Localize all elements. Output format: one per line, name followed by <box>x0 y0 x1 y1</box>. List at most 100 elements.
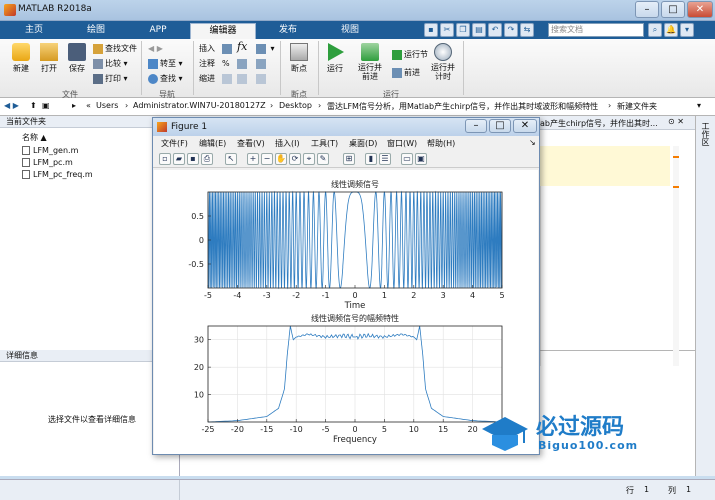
y-tick-label: 0.5 <box>191 212 204 221</box>
folder-icon: ▸ <box>72 101 77 110</box>
workspace-tab[interactable]: 工作区 <box>700 122 711 146</box>
menu-file[interactable]: 文件(F) <box>161 138 188 149</box>
data-cursor-icon[interactable]: ⌖ <box>303 153 315 165</box>
back-icon[interactable]: ◀ ▶ <box>148 43 163 54</box>
percent-icon[interactable]: % <box>222 58 230 69</box>
status-bar: 行 1 列 1 <box>0 479 715 500</box>
tab-plots[interactable]: 绘图 <box>66 23 126 39</box>
cut-icon[interactable]: ✂ <box>440 23 454 37</box>
x-tick-label: 5 <box>382 425 387 434</box>
editor-tab[interactable]: ab产生chirp信号，并作出其时... <box>540 118 658 129</box>
indent-button[interactable]: 缩进 <box>199 73 215 84</box>
menu-window[interactable]: 窗口(W) <box>387 138 417 149</box>
tab-home[interactable]: 主页 <box>4 23 64 39</box>
zoom-out-icon[interactable]: − <box>261 153 273 165</box>
figure-maximize-button[interactable]: □ <box>489 119 511 133</box>
menu-help[interactable]: 帮助(H) <box>427 138 455 149</box>
breadcrumb-administrator[interactable]: Administrator.WIN7U-20180127Z <box>133 101 266 110</box>
fx-button[interactable]: fx <box>237 41 247 52</box>
breadcrumb-new-folder[interactable]: 新建文件夹 <box>617 101 657 112</box>
increase-indent-icon[interactable] <box>237 73 249 84</box>
search-icon[interactable]: ⌕ <box>648 23 662 37</box>
find-button[interactable]: 查找 ▾ <box>148 73 183 84</box>
browse-folder-icon[interactable]: ▣ <box>42 101 50 110</box>
copy-icon[interactable]: ❐ <box>456 23 470 37</box>
wrap-comments-icon[interactable] <box>256 58 268 69</box>
brush-icon[interactable]: ✎ <box>317 153 329 165</box>
menu-insert[interactable]: 插入(I) <box>275 138 300 149</box>
comment-toggle-icon[interactable] <box>237 58 249 69</box>
figure-title-bar[interactable]: Figure 1 – □ ✕ <box>153 118 539 136</box>
colorbar-icon[interactable]: ▮ <box>365 153 377 165</box>
run-button[interactable]: 运行 <box>322 43 348 74</box>
name-column-header[interactable]: 名称 ▲ <box>22 132 47 143</box>
compare-button[interactable]: 比较 ▾ <box>93 58 128 69</box>
menu-edit[interactable]: 编辑(E) <box>199 138 226 149</box>
list-item[interactable]: LFM_pc.m <box>22 158 73 167</box>
list-item[interactable]: LFM_pc_freq.m <box>22 170 93 179</box>
smart-indent-icon[interactable] <box>222 73 234 84</box>
figure-close-button[interactable]: ✕ <box>513 119 537 133</box>
show-tools-icon[interactable]: ▣ <box>415 153 427 165</box>
hide-tools-icon[interactable]: ▭ <box>401 153 413 165</box>
breadcrumb-users[interactable]: Users <box>96 101 118 110</box>
open-button[interactable]: 打开 <box>36 43 62 74</box>
new-figure-icon[interactable]: ▫ <box>159 153 171 165</box>
run-section-button[interactable]: 运行节 <box>392 49 428 60</box>
find-files-button[interactable]: 查找文件 <box>93 43 137 54</box>
up-folder-icon[interactable]: ⬆ <box>30 101 37 110</box>
y-tick-label: -0.5 <box>188 260 204 269</box>
breakpoints-button[interactable]: 断点 <box>284 43 314 74</box>
menu-dock-icon[interactable]: ↘ <box>529 138 536 147</box>
save-quick-icon[interactable]: ▪ <box>424 23 438 37</box>
pan-icon[interactable]: ✋ <box>275 153 287 165</box>
search-input[interactable]: 搜索文档 <box>548 23 644 37</box>
new-button[interactable]: 新建 <box>8 43 34 74</box>
y-tick-label: 30 <box>194 336 204 345</box>
breadcrumb-desktop[interactable]: Desktop <box>279 101 312 110</box>
tab-apps[interactable]: APP <box>128 23 188 39</box>
comment-button[interactable]: 注释 <box>199 58 215 69</box>
switch-windows-icon[interactable]: ⇆ <box>520 23 534 37</box>
insert-button[interactable]: 插入 <box>199 43 215 54</box>
close-button[interactable]: ✕ <box>687 1 713 18</box>
notification-icon[interactable]: 🔔 <box>664 23 678 37</box>
decrease-indent-icon[interactable] <box>256 73 268 84</box>
goto-button[interactable]: 转至 ▾ <box>148 58 183 69</box>
print-button[interactable]: 打印 ▾ <box>93 73 128 84</box>
maximize-button[interactable]: □ <box>661 1 685 18</box>
editor-scrollbar[interactable] <box>673 146 679 366</box>
figure-minimize-button[interactable]: – <box>465 119 487 133</box>
insert-section-icon[interactable] <box>222 43 234 54</box>
redo-icon[interactable]: ↷ <box>504 23 518 37</box>
run-and-time-button[interactable]: 运行并计时 <box>428 43 458 81</box>
list-item[interactable]: LFM_gen.m <box>22 146 78 155</box>
minimize-button[interactable]: – <box>635 1 659 18</box>
back-arrow-icon[interactable]: ◀ ▶ <box>4 101 19 110</box>
tab-view[interactable]: 视图 <box>320 23 380 39</box>
tab-editor[interactable]: 编辑器 <box>190 23 256 39</box>
menu-desktop[interactable]: 桌面(D) <box>349 138 377 149</box>
undo-icon[interactable]: ↶ <box>488 23 502 37</box>
paste-icon[interactable]: ▤ <box>472 23 486 37</box>
open-file-icon[interactable]: ▰ <box>173 153 185 165</box>
advance-button[interactable]: 前进 <box>392 67 420 78</box>
rotate-icon[interactable]: ⟳ <box>289 153 301 165</box>
run-advance-button[interactable]: 运行并前进 <box>352 43 388 81</box>
address-dropdown-icon[interactable]: ▾ <box>697 101 701 110</box>
link-plot-icon[interactable]: ⊞ <box>343 153 355 165</box>
menu-tools[interactable]: 工具(T) <box>311 138 338 149</box>
legend-icon[interactable]: ☰ <box>379 153 391 165</box>
zoom-in-icon[interactable]: + <box>247 153 259 165</box>
panel-collapse-icon[interactable]: ⊙ ✕ <box>668 117 684 126</box>
menu-view[interactable]: 查看(V) <box>237 138 265 149</box>
code-area[interactable] <box>540 186 670 366</box>
breadcrumb-project[interactable]: 雷达LFM信号分析，用Matlab产生chirp信号，并作出其时域波形和幅频特性 <box>327 101 598 112</box>
print-figure-icon[interactable]: ⎙ <box>201 153 213 165</box>
save-button[interactable]: 保存 <box>64 43 90 74</box>
pointer-icon[interactable]: ↖ <box>225 153 237 165</box>
insert-function-icon[interactable]: ▾ <box>256 43 275 54</box>
tab-publish[interactable]: 发布 <box>258 23 318 39</box>
save-figure-icon[interactable]: ▪ <box>187 153 199 165</box>
expand-icon[interactable]: ▾ <box>680 23 694 37</box>
